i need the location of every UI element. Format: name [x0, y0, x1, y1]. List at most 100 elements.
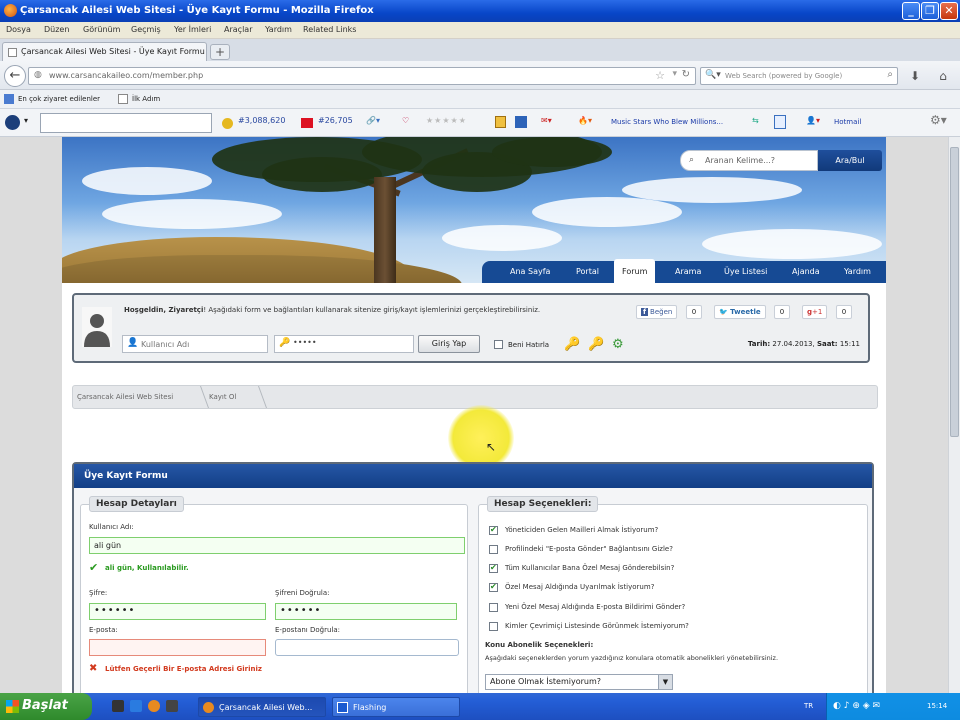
option-admin-mail-checkbox[interactable] [489, 525, 498, 535]
toolbar-logo-icon[interactable] [5, 115, 20, 130]
nav-search[interactable]: Arama [675, 267, 701, 276]
mail-icon[interactable]: ✉▾ [541, 116, 552, 125]
nav-members[interactable]: Üye Listesi [724, 267, 767, 276]
nav-calendar[interactable]: Ajanda [792, 267, 820, 276]
bookmark-first-steps[interactable]: İlk Adım [132, 95, 160, 103]
rating-stars-icon[interactable]: ★★★★★ [426, 116, 467, 125]
window-titlebar: Çarsancak Ailesi Web Sitesi - Üye Kayıt … [0, 0, 960, 22]
scrollbar-thumb[interactable] [950, 147, 959, 437]
start-button[interactable]: Başlat [0, 693, 92, 720]
nav-home[interactable]: Ana Sayfa [510, 267, 550, 276]
fire-icon[interactable]: 🔥▾ [578, 116, 592, 125]
email-input[interactable] [89, 639, 266, 656]
menu-bar: Dosya Düzen Görünüm Geçmiş Yer İmleri Ar… [0, 22, 960, 39]
breadcrumb-home[interactable]: Çarsancak Ailesi Web Sitesi [77, 393, 173, 401]
url-bar[interactable]: ◍ www.carsancakaileo.com/member.php ☆ ▾ … [28, 67, 696, 85]
hotmail-link[interactable]: Hotmail [834, 118, 861, 126]
music-link[interactable]: Music Stars Who Blew Millions... [611, 118, 723, 126]
reload-icon[interactable]: ↻ [682, 69, 690, 80]
taskbar-flashing-window[interactable]: Flashing [332, 697, 460, 717]
register-icon[interactable]: 🔑 [564, 337, 580, 352]
close-button[interactable]: ✕ [940, 2, 958, 20]
subscription-value: Abone Olmak İstemiyorum? [490, 677, 601, 686]
copy-icon[interactable] [774, 115, 786, 129]
menu-edit[interactable]: Düzen [44, 25, 69, 34]
menu-bookmarks[interactable]: Yer İmleri [174, 25, 211, 34]
nav-forum[interactable]: Forum [614, 259, 656, 283]
tab-active[interactable]: Çarsancak Ailesi Web Sitesi - Üye Kayıt … [2, 42, 207, 61]
option-hide-email-checkbox[interactable] [489, 545, 498, 554]
taskbar-firefox-window[interactable]: Çarsancak Ailesi Web... [198, 697, 326, 717]
search-icon: ⌕ [689, 155, 695, 165]
menu-file[interactable]: Dosya [6, 25, 31, 34]
clock: 15:14 [927, 702, 948, 710]
option-admin-mail-label: Yöneticiden Gelen Mailleri Almak İstiyor… [505, 526, 659, 534]
flag-icon [301, 118, 313, 128]
minimize-button[interactable]: _ [902, 2, 920, 20]
tray-icons[interactable]: ◐ ♪ ⊕ ◈ ✉ [833, 701, 880, 711]
username-input[interactable]: ali gün [89, 537, 465, 554]
password-input[interactable]: •••••• [89, 603, 266, 620]
lost-password-icon[interactable]: 🔑 [588, 337, 604, 352]
notes-icon[interactable] [495, 116, 506, 128]
password-confirm-input[interactable]: •••••• [275, 603, 457, 620]
toolbar-search-input[interactable] [40, 113, 212, 133]
subscription-select[interactable]: Abone Olmak İstemiyorum? ▼ [485, 674, 673, 690]
home-icon[interactable]: ⌂ [936, 69, 950, 83]
tweet-button[interactable]: 🐦 Tweetle [714, 305, 766, 319]
download-icon[interactable]: ⬇ [908, 69, 922, 83]
link-icon[interactable]: 🔗▾ [366, 116, 380, 125]
dropdown-icon[interactable]: ▾ [24, 116, 28, 125]
option-pm-email-checkbox[interactable] [489, 603, 498, 612]
new-tab-button[interactable]: + [210, 44, 230, 60]
login-button[interactable]: Giriş Yap [418, 335, 480, 353]
wot-icon[interactable]: ♡ [402, 116, 409, 125]
menu-view[interactable]: Görünüm [83, 25, 120, 34]
like-count: 0 [686, 305, 702, 319]
quicklaunch-icon[interactable] [112, 700, 124, 712]
gear-icon[interactable]: ⚙▾ [930, 113, 947, 127]
facebook-icon[interactable] [515, 116, 527, 128]
login-username-input[interactable]: 👤 Kullanıcı Adı [122, 335, 268, 353]
quicklaunch-icon[interactable] [166, 700, 178, 712]
email-confirm-input[interactable] [275, 639, 459, 656]
hotmail-icon[interactable]: 👤▾ [806, 116, 820, 125]
facebook-like-button[interactable]: f Beğen [636, 305, 678, 319]
maximize-button[interactable]: ❐ [921, 2, 939, 20]
password-confirm-label: Şifreni Doğrula: [275, 589, 330, 597]
menu-related-links[interactable]: Related Links [303, 25, 356, 34]
back-button[interactable]: ← [4, 65, 26, 87]
web-search-input[interactable]: 🔍▾ Web Search (powered by Google) ⌕ [700, 67, 898, 85]
cloud [622, 177, 802, 203]
system-tray: ◐ ♪ ⊕ ◈ ✉ 15:14 [826, 693, 960, 720]
nav-portal[interactable]: Portal [576, 267, 599, 276]
menu-help[interactable]: Yardım [265, 25, 292, 34]
dropdown-icon[interactable]: ▾ [672, 69, 677, 79]
taskbar-window2-label: Flashing [353, 703, 387, 712]
nav-help[interactable]: Yardım [844, 267, 871, 276]
site-search-button[interactable]: Ara/Bul [818, 150, 882, 171]
option-pm-notify-checkbox[interactable] [489, 582, 498, 592]
firefox-quicklaunch-icon[interactable] [148, 700, 160, 712]
account-options-legend: Hesap Seçenekleri: [487, 496, 599, 512]
site-search-input[interactable]: ⌕ Aranan Kelime...? [680, 150, 818, 171]
language-indicator[interactable]: TR [804, 702, 813, 710]
remember-me-checkbox[interactable] [494, 340, 503, 349]
bookmark-star-icon[interactable]: ☆ [655, 69, 665, 82]
option-allow-pm-checkbox[interactable] [489, 563, 498, 573]
search-engine-icon[interactable]: 🔍▾ [705, 70, 721, 80]
bookmark-most-visited[interactable]: En çok ziyaret edilenler [18, 95, 100, 103]
menu-history[interactable]: Geçmiş [131, 25, 161, 34]
time-value: 15:11 [839, 340, 860, 348]
search-icon[interactable]: ⌕ [887, 69, 893, 80]
gplus-button[interactable]: g+1 [802, 305, 828, 319]
breadcrumb-register[interactable]: Kayıt Ol [209, 393, 236, 401]
option-invisible-checkbox[interactable] [489, 622, 498, 631]
quicklaunch-icon[interactable] [130, 700, 142, 712]
menu-tools[interactable]: Araçlar [224, 25, 252, 34]
page-scrollbar[interactable] [948, 137, 960, 693]
activation-icon[interactable]: ⚙ [612, 337, 624, 352]
addon-toolbar: ▾ #3,088,620 #26,705 🔗▾ ♡ ★★★★★ ✉▾ 🔥▾ Mu… [0, 109, 960, 137]
login-password-input[interactable]: 🔑 ••••• [274, 335, 414, 353]
swap-icon[interactable]: ⇆ [752, 116, 759, 125]
